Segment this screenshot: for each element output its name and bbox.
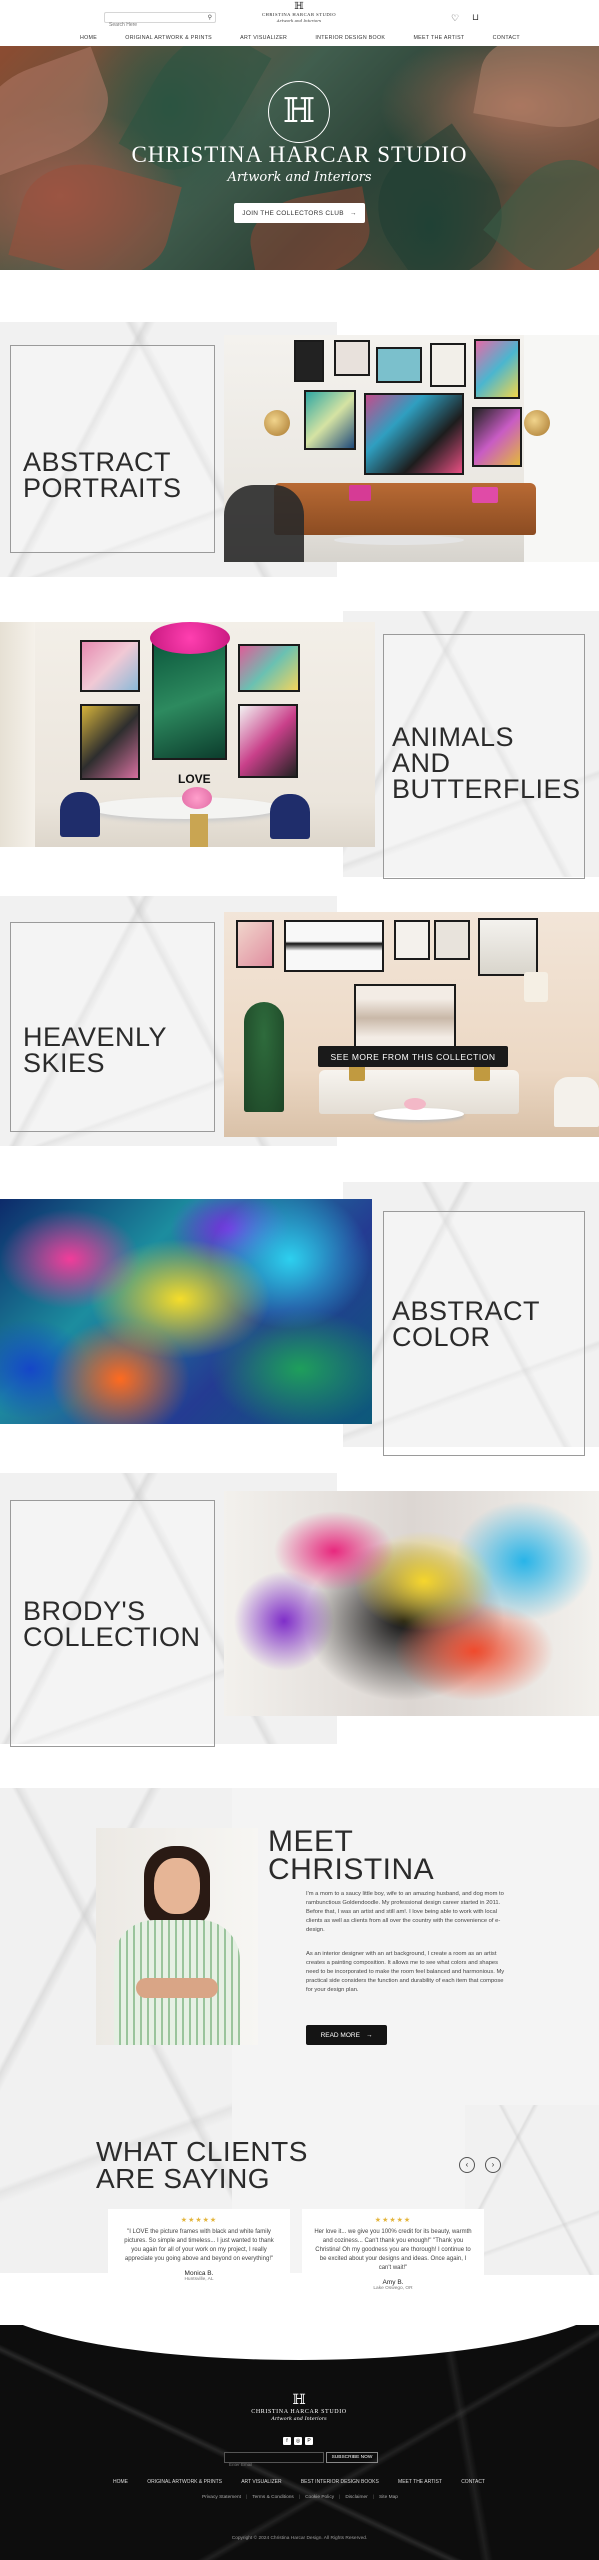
footer-logo[interactable]: ℍ CHRISTINA HARCAR STUDIO Artwork and In… xyxy=(249,2392,349,2423)
next-testimonial-button[interactable]: › xyxy=(485,2157,501,2173)
meet-title: MEET CHRISTINA xyxy=(268,1825,435,1886)
arrow-right-icon: → xyxy=(365,2031,373,2039)
hero-banner: ℍ CHRISTINA HARCAR STUDIO Artwork and In… xyxy=(0,46,599,270)
instagram-icon[interactable]: ◎ xyxy=(294,2437,302,2445)
copyright-text: Copyright © 2024 Christina Harcar Design… xyxy=(231,2536,368,2541)
facebook-icon[interactable]: f xyxy=(283,2437,291,2445)
testimonial-name: Amy B. xyxy=(382,2279,404,2286)
search-input[interactable] xyxy=(105,20,201,30)
footer-nav-contact[interactable]: CONTACT xyxy=(461,2479,485,2485)
footer-legal-links: Privacy Statement | Terms & Conditions |… xyxy=(180,2495,420,2500)
love-sculpture: LOVE xyxy=(178,772,211,786)
shopping-bag-icon[interactable]: ⊔ xyxy=(472,12,479,23)
meet-paragraph-2: As an interior designer with an art back… xyxy=(306,1951,505,1993)
separator: | xyxy=(298,2495,301,2500)
footer-logo-tagline: Artwork and Interiors xyxy=(271,2416,327,2422)
separator: | xyxy=(339,2495,341,2500)
nav-home[interactable]: HOME xyxy=(80,35,97,41)
social-links: f ◎ P xyxy=(283,2437,317,2445)
search-box[interactable]: ⚲ xyxy=(104,12,216,30)
collection-title-abstract-color[interactable]: ABSTRACT COLOR xyxy=(392,1298,540,1351)
brodys-collection-image[interactable] xyxy=(224,1491,599,1716)
prev-testimonial-button[interactable]: ‹ xyxy=(459,2157,475,2173)
nav-contact[interactable]: CONTACT xyxy=(493,35,520,41)
footer-nav-meet-artist[interactable]: MEET THE ARTIST xyxy=(398,2479,442,2485)
logo-tagline: Artwork and Interiors xyxy=(276,18,322,23)
terms-link[interactable]: Terms & Conditions xyxy=(252,2495,294,2500)
read-more-button[interactable]: READ MORE → xyxy=(306,2025,387,2045)
footer-logo-name: CHRISTINA HARCAR STUDIO xyxy=(251,2409,347,2415)
christina-photo xyxy=(96,1828,258,2045)
footer-nav-books[interactable]: BEST INTERIOR DESIGN BOOKS xyxy=(301,2479,379,2485)
star-rating-icon: ★★★★★ xyxy=(374,2217,412,2224)
nav-design-book[interactable]: INTERIOR DESIGN BOOK xyxy=(315,35,385,41)
see-more-collection-button[interactable]: SEE MORE FROM THIS COLLECTION xyxy=(318,1046,508,1067)
cookie-policy-link[interactable]: Cookie Policy xyxy=(305,2495,334,2500)
abstract-portraits-image[interactable] xyxy=(224,335,599,562)
heart-icon[interactable]: ♡ xyxy=(451,13,459,24)
heavenly-skies-image[interactable] xyxy=(224,912,599,1137)
nav-visualizer[interactable]: ART VISUALIZER xyxy=(240,35,287,41)
footer-nav-artwork[interactable]: ORIGINAL ARTWORK & PRINTS xyxy=(147,2479,222,2485)
header-logo[interactable]: ℍ CHRISTINA HARCAR STUDIO Artwork and In… xyxy=(249,1,349,31)
marble-background xyxy=(465,2105,599,2275)
collection-title-animals-butterflies[interactable]: ANIMALS AND BUTTERFLIES xyxy=(392,724,581,803)
hero-title: CHRISTINA HARCAR STUDIO xyxy=(131,142,468,167)
newsletter-email-box[interactable] xyxy=(224,2452,324,2469)
site-header: ⚲ ℍ CHRISTINA HARCAR STUDIO Artwork and … xyxy=(0,0,599,46)
newsletter-email-input[interactable] xyxy=(225,2460,321,2469)
sitemap-link[interactable]: Site Map xyxy=(379,2495,398,2500)
hero-monogram-icon: ℍ xyxy=(268,81,330,143)
testimonial-name: Monica B. xyxy=(184,2270,214,2277)
nav-meet-artist[interactable]: MEET THE ARTIST xyxy=(413,35,464,41)
read-more-label: READ MORE xyxy=(320,2031,360,2039)
meet-paragraph-1: I'm a mom to a saucy little boy, wife to… xyxy=(306,1891,504,1933)
search-icon[interactable]: ⚲ xyxy=(208,14,212,21)
abstract-color-image[interactable] xyxy=(0,1199,372,1424)
footer-nav-home[interactable]: HOME xyxy=(113,2479,128,2485)
subscribe-button[interactable]: SUBSCRIBE NOW xyxy=(326,2452,378,2463)
collection-title-abstract-portraits[interactable]: ABSTRACT PORTRAITS xyxy=(23,449,182,502)
nav-artwork[interactable]: ORIGINAL ARTWORK & PRINTS xyxy=(125,35,212,41)
collection-title-heavenly-skies[interactable]: HEAVENLY SKIES xyxy=(23,1024,167,1077)
testimonial-location: Huntsville, AL xyxy=(184,2277,214,2282)
footer-nav: HOME ORIGINAL ARTWORK & PRINTS ART VISUA… xyxy=(113,2479,485,2485)
monogram-icon: ℍ xyxy=(294,1,304,12)
testimonials-title: WHAT CLIENTS ARE SAYING xyxy=(96,2136,308,2194)
testimonial-quote: Her love it... we give you 100% credit f… xyxy=(314,2229,472,2271)
collectors-club-label: JOIN THE COLLECTORS CLUB xyxy=(242,209,344,217)
main-nav: HOME ORIGINAL ARTWORK & PRINTS ART VISUA… xyxy=(80,33,520,43)
testimonial-quote: "I LOVE the picture frames with black an… xyxy=(124,2229,274,2262)
star-rating-icon: ★★★★★ xyxy=(180,2217,218,2224)
collectors-club-button[interactable]: JOIN THE COLLECTORS CLUB → xyxy=(234,203,365,223)
arrow-right-icon: → xyxy=(349,209,357,217)
separator: | xyxy=(245,2495,248,2500)
collection-title-brodys-collection[interactable]: BRODY'S COLLECTION xyxy=(23,1598,201,1651)
separator: | xyxy=(372,2495,375,2500)
hero-subtitle: Artwork and Interiors xyxy=(227,170,372,185)
pinterest-icon[interactable]: P xyxy=(305,2437,313,2445)
monogram-icon: ℍ xyxy=(292,2392,306,2408)
animals-butterflies-image[interactable]: LOVE xyxy=(0,622,375,847)
privacy-link[interactable]: Privacy Statement xyxy=(202,2495,241,2500)
disclaimer-link[interactable]: Disclaimer xyxy=(345,2495,367,2500)
footer-nav-visualizer[interactable]: ART VISUALIZER xyxy=(241,2479,281,2485)
